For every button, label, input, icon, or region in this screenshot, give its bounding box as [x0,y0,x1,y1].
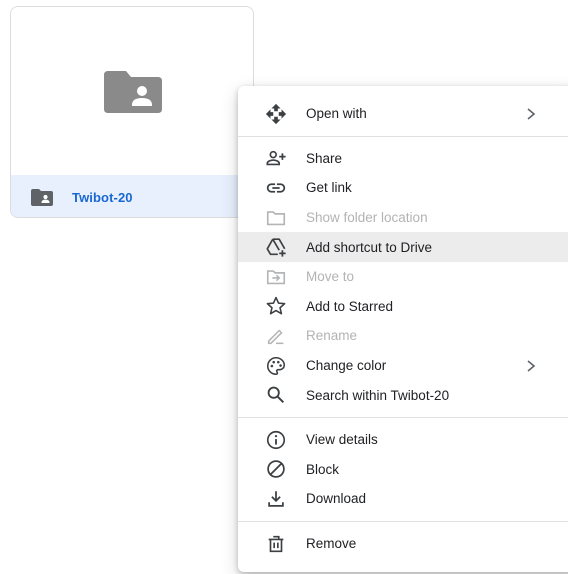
menu-item-label: Rename [306,328,358,344]
menu-item-label: Get link [306,180,352,196]
menu-item-label: Download [306,491,367,507]
shared-folder-icon [31,188,53,206]
open-with-icon [264,102,288,126]
menu-item-move-to[interactable]: Move to [238,262,568,292]
menu-item-view-details[interactable]: View details [238,425,568,455]
menu-item-label: Open with [306,106,367,122]
menu-item-label: Add to Starred [306,298,394,314]
chevron-right-icon [527,359,536,372]
menu-item-label: Move to [306,269,355,285]
menu-item-remove[interactable]: Remove [238,529,568,559]
menu-item-label: Remove [306,536,357,552]
menu-item-label: Share [306,150,343,166]
menu-item-show-folder-location[interactable]: Show folder location [238,203,568,233]
menu-item-share[interactable]: Share [238,144,568,174]
person-add-icon [264,146,288,170]
palette-icon [264,354,288,378]
move-to-folder-icon [264,265,288,289]
folder-outline-icon [264,206,288,230]
menu-item-label: Show folder location [306,210,428,226]
folder-name[interactable]: Twibot-20 [72,190,133,205]
menu-item-get-link[interactable]: Get link [238,173,568,203]
star-outline-icon [264,294,288,318]
trash-icon [264,532,288,556]
context-menu: Open with Share Get link Show folder loc… [238,86,568,572]
download-icon [264,487,288,511]
search-icon [264,383,288,407]
menu-item-change-color[interactable]: Change color [238,351,568,381]
menu-item-block[interactable]: Block [238,455,568,485]
link-icon [264,176,288,200]
menu-item-open-with[interactable]: Open with [238,99,568,129]
pencil-icon [264,324,288,348]
menu-item-add-to-starred[interactable]: Add to Starred [238,292,568,322]
menu-item-label: View details [306,432,378,448]
chevron-right-icon [527,108,536,120]
shared-folder-icon [104,71,162,113]
menu-item-rename[interactable]: Rename [238,321,568,351]
folder-card[interactable]: Twibot-20 [10,6,254,218]
info-icon [264,428,288,452]
menu-divider [238,416,568,418]
menu-item-label: Block [306,461,340,477]
menu-item-download[interactable]: Download [238,484,568,514]
menu-item-add-shortcut[interactable]: Add shortcut to Drive [238,232,568,262]
block-icon [264,457,288,481]
folder-footer[interactable]: Twibot-20 [11,175,253,217]
menu-item-label: Search within Twibot-20 [306,387,450,403]
add-to-drive-icon [264,235,288,259]
drive-page: Twibot-20 Open with Share Get link Show … [0,0,568,574]
menu-item-label: Add shortcut to Drive [306,239,433,255]
menu-divider [238,520,568,522]
folder-preview[interactable] [11,7,253,175]
menu-divider [238,135,568,137]
menu-item-search-within[interactable]: Search within Twibot-20 [238,380,568,410]
menu-item-label: Change color [306,358,387,374]
